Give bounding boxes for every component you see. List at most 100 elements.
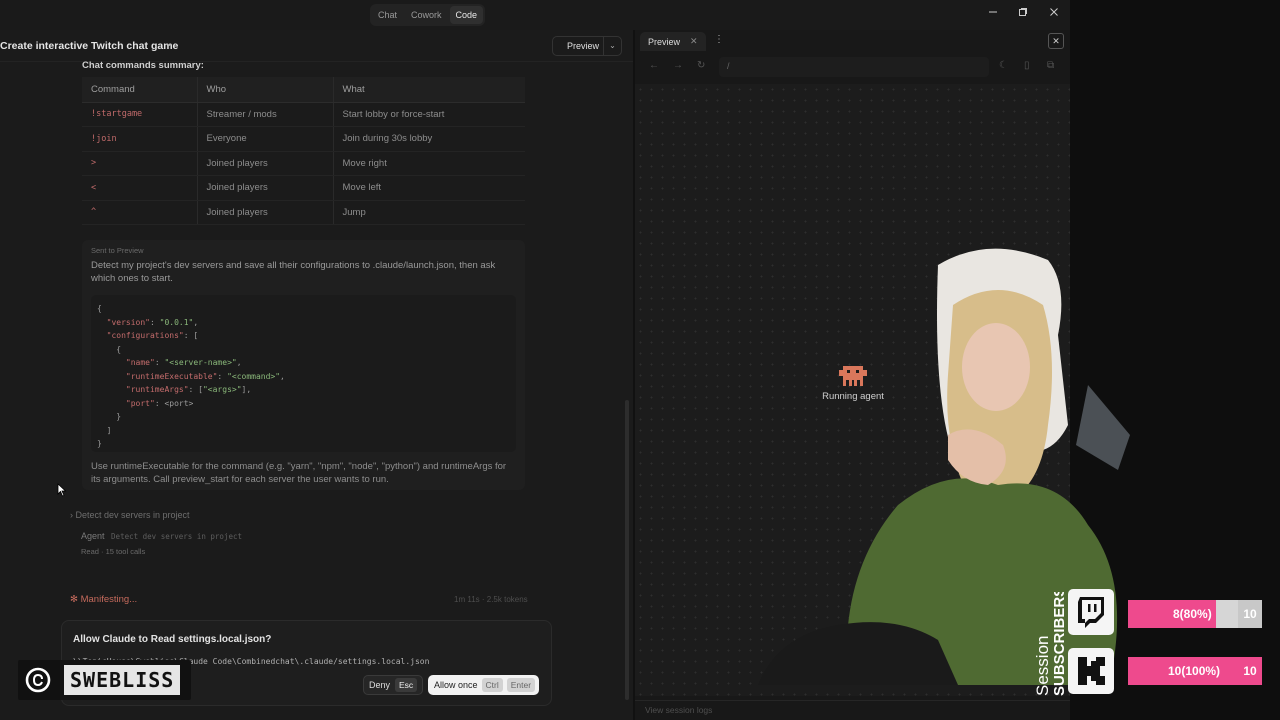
column-header: Command [82, 77, 198, 103]
code-line: "name": "<server-name>", [125, 358, 242, 367]
status-indicator: ✻ Manifesting... [70, 594, 137, 605]
kick-icon [1078, 657, 1105, 685]
commands-table: Command Who What !startgame Streamer / m… [82, 77, 525, 225]
tool-calls-count: Read · 15 tool calls [81, 547, 146, 556]
summary-heading: Chat commands summary: [82, 60, 204, 71]
enter-key-hint: Enter [506, 678, 536, 692]
mode-switch: Chat Cowork Code [370, 4, 486, 26]
minimize-button[interactable] [985, 6, 1001, 22]
agent-label: Agent [81, 531, 105, 541]
code-line: } [97, 439, 102, 448]
table-row: !startgame Streamer / mods Start lobby o… [82, 102, 525, 127]
deny-button[interactable]: Deny Esc [363, 675, 424, 695]
code-block: { "version": "0.0.1", "configurations": … [91, 295, 516, 452]
who-cell: Joined players [197, 175, 334, 201]
brand-name: SWEBLISS [64, 665, 181, 695]
restore-button[interactable] [1015, 6, 1031, 22]
allow-label: Allow once [434, 680, 478, 690]
tab-code[interactable]: Code [449, 6, 484, 24]
code-line: { [97, 344, 122, 354]
spinner-icon: ✻ [70, 594, 81, 605]
prompt-text: Detect my project's dev servers and save… [91, 260, 496, 284]
twitch-icon [1078, 597, 1104, 628]
code-line: "port": <port> [125, 398, 194, 408]
kick-platform-badge [1068, 648, 1114, 694]
view-session-logs-link[interactable]: View session logs [635, 700, 1070, 720]
conversation-scrollbar[interactable] [625, 400, 629, 700]
twitch-goal-bar: 8(80%) 10 [1128, 600, 1262, 628]
title-bar: Chat Cowork Code [0, 0, 1070, 30]
what-cell: Move left [333, 175, 525, 201]
device-icon[interactable]: ▯ [1024, 60, 1030, 71]
chevron-down-icon[interactable]: ⌄ [603, 37, 621, 55]
twitch-platform-badge [1068, 589, 1114, 635]
what-cell: Move right [333, 151, 525, 176]
code-line: "configurations": [ [106, 331, 199, 340]
session-word: Session [1033, 636, 1052, 696]
conversation-header: Create interactive Twitch chat game ⌄ Pr… [0, 30, 633, 62]
who-cell: Everyone [197, 126, 334, 152]
command-cell: < [82, 175, 198, 201]
code-line: "version": "0.0.1", [106, 317, 199, 327]
command-cell: !join [82, 126, 198, 152]
goal-progress-label: 8(80%) [1173, 607, 1212, 621]
mouse-cursor-icon [57, 483, 67, 497]
command-cell: !startgame [82, 102, 198, 127]
preview-tab[interactable]: Preview ✕ [640, 32, 706, 51]
code-line: ] [97, 425, 112, 435]
table-row: > Joined players Move right [82, 151, 525, 176]
inspect-icon[interactable]: ⧉ [1047, 60, 1054, 71]
agent-detail: Detect dev servers in project [111, 532, 242, 541]
more-options-icon[interactable]: ⋮ [714, 34, 724, 45]
allow-once-button[interactable]: Allow once Ctrl Enter [428, 675, 540, 695]
code-line: "runtimeArgs": ["<args>"], [125, 385, 252, 394]
close-window-button[interactable] [1046, 6, 1062, 22]
minimize-icon [989, 11, 997, 13]
preview-tab-label: Preview [648, 36, 681, 47]
subscribers-word: SUBSCRIBERS [1051, 592, 1066, 696]
chevron-down-icon[interactable]: ⌄ [165, 38, 173, 49]
back-arrow-icon[interactable]: ← [649, 60, 659, 71]
code-line: { [97, 304, 102, 313]
tab-cowork[interactable]: Cowork [405, 6, 448, 24]
agent-row: Agent Detect dev servers in project [81, 531, 242, 541]
command-cell: ^ [82, 200, 198, 225]
preview-tab-bar: Preview ✕ ⋮ ✕ [635, 30, 1070, 52]
goal-progress-label: 10(100%) [1168, 664, 1221, 678]
command-cell: > [82, 151, 198, 176]
streamer-brand-badge: SWEBLISS [18, 660, 191, 700]
who-cell: Streamer / mods [197, 102, 334, 127]
conversation-title[interactable]: Create interactive Twitch chat game [0, 40, 178, 52]
detect-task-row[interactable]: › Detect dev servers in project [70, 510, 190, 520]
table-row: ^ Joined players Jump [82, 200, 525, 225]
table-row: !join Everyone Join during 30s lobby [82, 126, 525, 152]
what-cell: Jump [333, 200, 525, 225]
who-cell: Joined players [197, 200, 334, 225]
preview-button[interactable]: Preview ⌄ [552, 36, 622, 56]
close-icon [1050, 8, 1058, 16]
preview-button-label: Preview [567, 41, 600, 51]
theme-toggle-icon[interactable]: ☾ [999, 60, 1008, 71]
code-line: } [97, 412, 122, 421]
goal-target: 10 [1243, 664, 1257, 678]
kick-goal-bar: 10(100%) 10 [1128, 657, 1262, 685]
status-label: Manifesting... [80, 594, 138, 605]
deny-label: Deny [369, 680, 391, 690]
reload-icon[interactable]: ↻ [697, 60, 705, 71]
threads-logo-icon [18, 660, 58, 700]
column-header: Who [197, 77, 334, 103]
forward-arrow-icon[interactable]: → [673, 60, 683, 71]
session-subscribers-label: Session SUBSCRIBERS [1033, 592, 1066, 696]
conversation-pane: Create interactive Twitch chat game ⌄ Pr… [0, 30, 633, 720]
code-line: "runtimeExecutable": "<command>", [125, 371, 285, 381]
table-row: < Joined players Move left [82, 175, 525, 201]
table-header-row: Command Who What [82, 77, 525, 103]
close-preview-button[interactable]: ✕ [1048, 33, 1064, 49]
tab-chat[interactable]: Chat [372, 6, 403, 24]
status-meta: 1m 11s · 2.5k tokens [454, 595, 528, 604]
goal-target: 10 [1238, 600, 1262, 628]
sent-to-preview-label: Sent to Preview [91, 246, 144, 255]
url-input[interactable]: / [719, 57, 989, 77]
ctrl-key-hint: Ctrl [481, 678, 503, 692]
close-tab-icon[interactable]: ✕ [690, 36, 698, 47]
